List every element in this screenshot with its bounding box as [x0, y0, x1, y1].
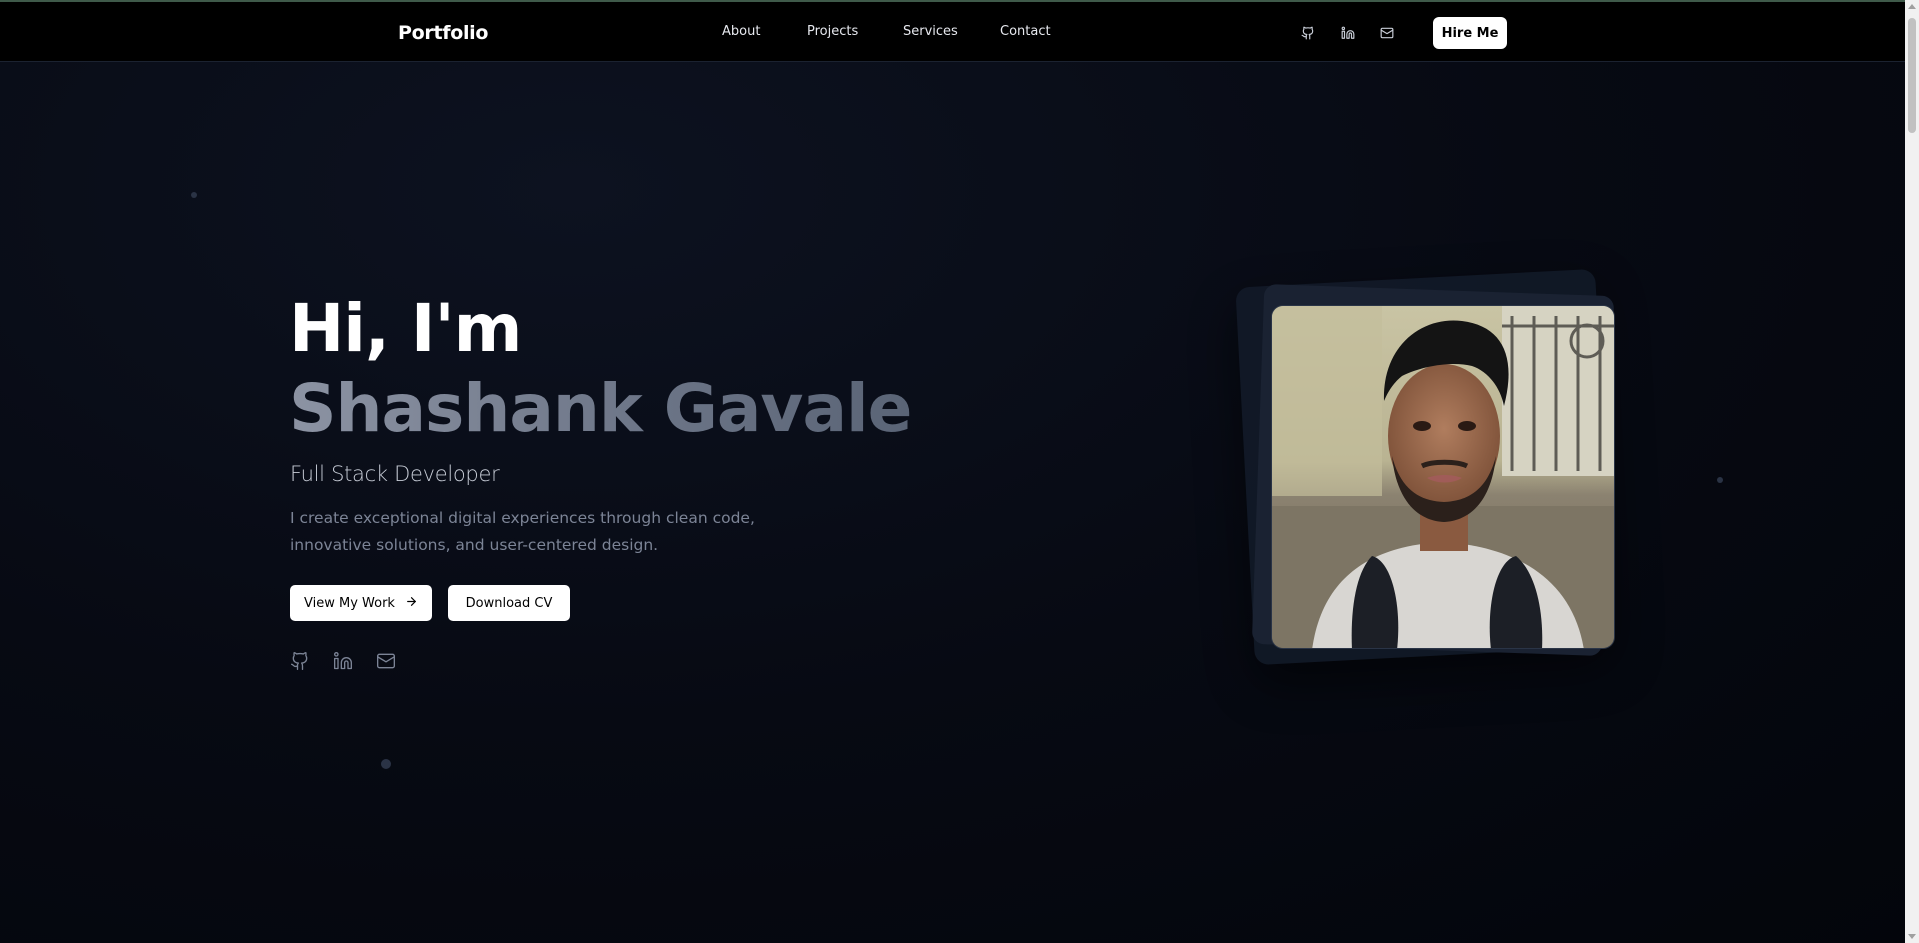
profile-photo — [1271, 305, 1615, 649]
hero-description: I create exceptional digital experiences… — [290, 509, 755, 554]
hero-name: Shashank Gavale — [289, 370, 912, 447]
github-icon[interactable] — [289, 650, 311, 672]
decorative-dot — [381, 759, 391, 769]
scroll-down-arrow-icon[interactable] — [1908, 934, 1916, 939]
arrow-right-icon — [405, 595, 418, 612]
scrollbar[interactable] — [1905, 0, 1919, 943]
scroll-up-arrow-icon[interactable] — [1908, 4, 1916, 9]
linkedin-icon[interactable] — [1339, 24, 1357, 42]
mail-icon[interactable] — [375, 650, 397, 672]
hero-role: Full Stack Developer — [290, 462, 500, 486]
nav-links: About Projects Services Contact — [0, 24, 1905, 44]
decorative-dot — [1717, 477, 1723, 483]
view-my-work-label: View My Work — [304, 595, 395, 611]
mail-icon[interactable] — [1378, 24, 1396, 42]
decorative-dot — [191, 192, 197, 198]
nav-link-about[interactable]: About — [722, 24, 760, 39]
hire-me-button[interactable]: Hire Me — [1433, 17, 1507, 49]
linkedin-icon[interactable] — [332, 650, 354, 672]
nav-link-services[interactable]: Services — [903, 24, 958, 39]
download-cv-button[interactable]: Download CV — [448, 585, 570, 621]
navbar: Portfolio About Projects Services Contac… — [0, 2, 1905, 62]
hero-greeting: Hi, I'm — [289, 290, 522, 367]
view-my-work-button[interactable]: View My Work — [290, 585, 432, 621]
scrollbar-thumb[interactable] — [1908, 18, 1916, 133]
github-icon[interactable] — [1299, 24, 1317, 42]
nav-link-contact[interactable]: Contact — [1000, 24, 1051, 39]
nav-link-projects[interactable]: Projects — [807, 24, 858, 39]
